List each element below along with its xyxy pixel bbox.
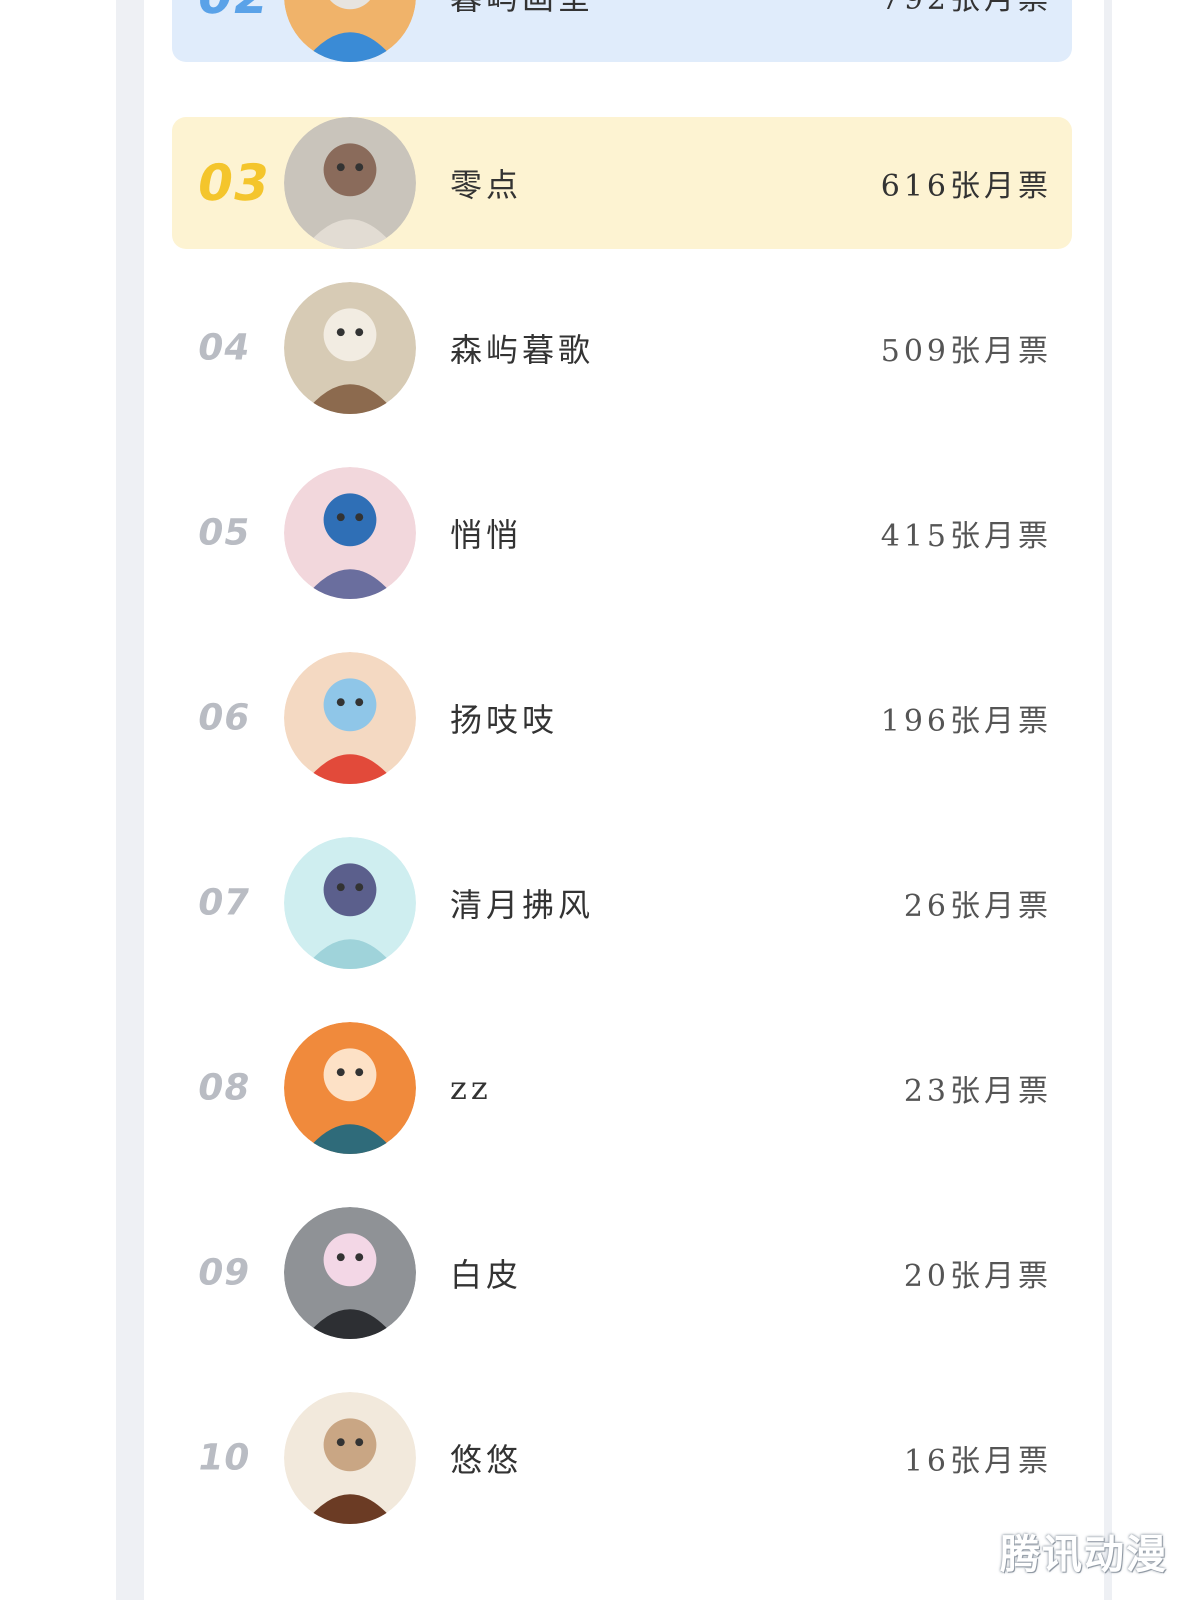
monthly-ticket-count: 26张月票 xyxy=(903,889,1052,924)
user-avatar[interactable] xyxy=(284,117,416,249)
monthly-ticket-count: 16张月票 xyxy=(903,1444,1052,1479)
leaderboard-row[interactable]: 04 森屿暮歌 509张月票 xyxy=(172,282,1072,414)
rank-number: 04 xyxy=(194,327,254,369)
monthly-ticket-count: 616张月票 xyxy=(880,169,1052,204)
user-name[interactable]: 暮屿画堂 xyxy=(450,0,594,19)
user-name[interactable]: zz xyxy=(450,1069,492,1107)
monthly-ticket-count: 196张月票 xyxy=(880,704,1052,739)
leaderboard-row[interactable]: 08 zz 23张月票 xyxy=(172,1022,1072,1154)
user-name[interactable]: 森屿暮歌 xyxy=(450,325,594,371)
rank-number: 06 xyxy=(194,697,254,739)
user-avatar[interactable] xyxy=(284,1207,416,1339)
rank-number: 08 xyxy=(194,1067,254,1109)
avatar-image xyxy=(284,282,416,414)
user-avatar[interactable] xyxy=(284,1022,416,1154)
leaderboard-row[interactable]: 06 扬吱吱 196张月票 xyxy=(172,652,1072,784)
user-name[interactable]: 悄悄 xyxy=(450,510,522,556)
avatar-image xyxy=(284,117,416,249)
leaderboard-row[interactable]: 02 暮屿画堂 792张月票 xyxy=(172,0,1072,62)
user-name[interactable]: 零点 xyxy=(450,160,522,206)
avatar-image xyxy=(284,1392,416,1524)
leaderboard-row[interactable]: 03 零点 616张月票 xyxy=(172,117,1072,249)
leaderboard-row[interactable]: 09 白皮 20张月票 xyxy=(172,1207,1072,1339)
user-avatar[interactable] xyxy=(284,837,416,969)
leaderboard-row[interactable]: 07 清月拂风 26张月票 xyxy=(172,837,1072,969)
monthly-ticket-count: 792张月票 xyxy=(881,0,1052,18)
user-name[interactable]: 悠悠 xyxy=(450,1435,522,1481)
user-name[interactable]: 清月拂风 xyxy=(450,880,594,926)
avatar-image xyxy=(284,1207,416,1339)
rank-number: 05 xyxy=(194,512,254,554)
left-margin xyxy=(0,0,116,1600)
rank-number: 02 xyxy=(193,0,275,25)
monthly-ticket-count: 23张月票 xyxy=(903,1074,1052,1109)
user-avatar[interactable] xyxy=(284,467,416,599)
avatar-image xyxy=(284,1022,416,1154)
user-avatar[interactable] xyxy=(284,1392,416,1524)
user-name[interactable]: 扬吱吱 xyxy=(450,695,558,741)
rank-number: 07 xyxy=(194,882,254,924)
monthly-ticket-count: 415张月票 xyxy=(880,519,1052,554)
rank-number: 10 xyxy=(194,1437,254,1479)
monthly-ticket-count: 20张月票 xyxy=(903,1259,1052,1294)
user-avatar[interactable] xyxy=(284,0,416,62)
monthly-ticket-count: 509张月票 xyxy=(880,334,1052,369)
leaderboard-row[interactable]: 05 悄悄 415张月票 xyxy=(172,467,1072,599)
watermark-logo: 腾讯动漫 xyxy=(1000,1532,1168,1578)
rank-number: 09 xyxy=(194,1252,254,1294)
avatar-image xyxy=(284,0,416,62)
right-margin xyxy=(1112,0,1200,1600)
user-avatar[interactable] xyxy=(284,652,416,784)
user-name[interactable]: 白皮 xyxy=(450,1250,522,1296)
user-avatar[interactable] xyxy=(284,282,416,414)
avatar-image xyxy=(284,837,416,969)
avatar-image xyxy=(284,652,416,784)
avatar-image xyxy=(284,467,416,599)
rank-number: 03 xyxy=(192,154,275,212)
leaderboard-row[interactable]: 10 悠悠 16张月票 xyxy=(172,1392,1072,1524)
